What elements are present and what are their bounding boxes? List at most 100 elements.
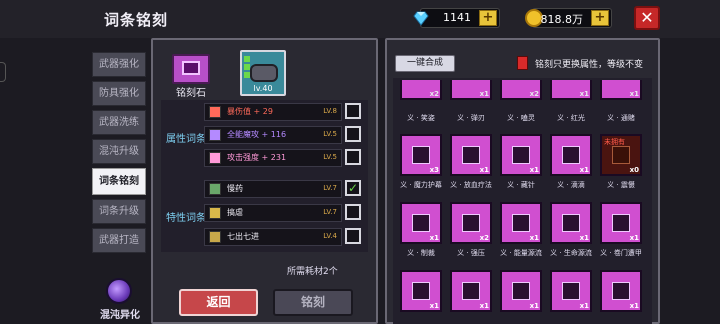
material-cell[interactable]: x2 xyxy=(400,80,442,100)
left-edge-handle[interactable] xyxy=(0,62,6,82)
affix-gem-icon xyxy=(512,282,530,300)
material-cell[interactable]: x1 xyxy=(450,270,492,312)
weapon-slot[interactable]: lv.40 xyxy=(240,50,286,96)
attr-row[interactable]: 攻击强度 + 231 LV.5 xyxy=(204,149,342,167)
engrave-stone-icon xyxy=(182,61,200,75)
material-cell[interactable]: x1 xyxy=(550,80,592,100)
attr-checkbox[interactable] xyxy=(345,149,361,165)
tab-weapon-enhance[interactable]: 武器强化 xyxy=(92,52,146,77)
gem-count: 1141 xyxy=(443,11,471,24)
diamond-icon xyxy=(413,11,429,26)
material-label: 义 · 放血疗法 xyxy=(450,181,492,189)
trait-checkbox[interactable]: ✓ xyxy=(345,180,361,196)
material-qty: x1 xyxy=(579,234,589,242)
attack-power-icon xyxy=(209,152,221,164)
material-cell[interactable]: x1 xyxy=(600,80,642,100)
trait-checkbox[interactable] xyxy=(345,204,361,220)
gold-count: 818.8万 xyxy=(540,13,584,26)
engrave-stone-slot[interactable] xyxy=(172,54,210,84)
material-cell[interactable]: x1 xyxy=(500,270,542,312)
add-gems-button[interactable]: + xyxy=(479,10,497,26)
trait-level: LV.7 xyxy=(323,208,337,216)
engrave-button[interactable]: 铭刻 xyxy=(273,289,353,316)
attr-section-label: 属性词条 xyxy=(166,134,206,145)
material-cell[interactable]: x1 xyxy=(550,134,592,176)
trait-level: LV.7 xyxy=(323,184,337,192)
material-qty: x2 xyxy=(479,234,489,242)
one-click-synth-button[interactable]: 一键合成 xyxy=(395,55,455,72)
trait-row[interactable]: 七出七进 LV.4 xyxy=(204,228,342,246)
material-cell[interactable]: x1 xyxy=(550,202,592,244)
material-qty: x1 xyxy=(629,234,639,242)
material-qty: x1 xyxy=(429,302,439,310)
material-label: 义 · 震慑 xyxy=(607,181,635,189)
affix-gem-icon xyxy=(612,282,630,300)
trait-row[interactable]: 慢药 LV.7 xyxy=(204,180,342,198)
material-qty: x2 xyxy=(429,90,439,98)
trait-checkbox[interactable] xyxy=(345,228,361,244)
material-label: 义 · 藏针 xyxy=(507,181,535,189)
material-cell[interactable]: x1 xyxy=(400,270,442,312)
material-cell[interactable]: x1 xyxy=(450,80,492,100)
material-qty: x3 xyxy=(429,166,439,174)
tab-chaos-upgrade[interactable]: 混沌升级 xyxy=(92,139,146,164)
attr-level: LV.5 xyxy=(323,130,337,138)
material-qty: x1 xyxy=(629,302,639,310)
page-title: 词条铭刻 xyxy=(104,11,169,29)
material-cell[interactable]: x1 xyxy=(600,202,642,244)
attr-row[interactable]: 全能魔攻 + 116 LV.5 xyxy=(204,126,342,144)
material-qty: x1 xyxy=(629,90,639,98)
tab-affix-engrave[interactable]: 词条铭刻 xyxy=(92,168,146,195)
attr-checkbox[interactable] xyxy=(345,103,361,119)
material-qty: x1 xyxy=(529,302,539,310)
material-label: 义 · 生命源流 xyxy=(550,249,592,257)
attr-level: LV.5 xyxy=(323,153,337,161)
material-cell[interactable]: x1 xyxy=(600,270,642,312)
material-cell[interactable]: x3 xyxy=(400,134,442,176)
material-qty: x1 xyxy=(479,302,489,310)
material-cell[interactable]: x1 xyxy=(500,134,542,176)
material-qty: x1 xyxy=(429,234,439,242)
affix-gem-icon xyxy=(562,214,580,232)
material-cell[interactable]: x2 xyxy=(450,202,492,244)
trait-name: 搞虐 xyxy=(227,208,243,217)
back-button[interactable]: 返回 xyxy=(179,289,258,316)
material-label: 义 · 制裁 xyxy=(407,249,435,257)
material-qty: x1 xyxy=(479,166,489,174)
material-cell[interactable]: x1 xyxy=(500,202,542,244)
attr-level: LV.8 xyxy=(323,107,337,115)
material-label: 义 · 卷门遭甲 xyxy=(600,249,642,257)
material-cell[interactable]: x1 xyxy=(400,202,442,244)
weapon-level: lv.40 xyxy=(253,84,273,93)
chaos-mutation-button[interactable]: 混沌异化 xyxy=(96,278,144,324)
material-label: 义 · 能量源流 xyxy=(500,249,542,257)
trait-level: LV.4 xyxy=(323,232,337,240)
affix-gem-icon xyxy=(412,214,430,232)
material-cell[interactable]: x2 xyxy=(500,80,542,100)
attr-name: 暴伤值 + 29 xyxy=(227,107,273,116)
affix-gem-icon xyxy=(612,214,630,232)
trait-row[interactable]: 搞虐 LV.7 xyxy=(204,204,342,222)
tab-weapon-forge[interactable]: 武器打造 xyxy=(92,228,146,253)
material-cell[interactable]: x1 xyxy=(550,270,592,312)
material-label: 义 · 笑姿 xyxy=(407,114,435,122)
trait-icon xyxy=(209,231,221,243)
tab-weapon-reforge[interactable]: 武器洗练 xyxy=(92,110,146,135)
add-gold-button[interactable]: + xyxy=(591,10,609,26)
affix-gem-icon xyxy=(562,282,580,300)
affix-gem-icon xyxy=(462,214,480,232)
close-button[interactable]: ✕ xyxy=(634,6,660,30)
material-qty: x0 xyxy=(629,166,639,174)
material-cell[interactable]: x1 xyxy=(450,134,492,176)
attr-row[interactable]: 暴伤值 + 29 LV.8 xyxy=(204,103,342,121)
tab-affix-upgrade[interactable]: 词条升级 xyxy=(92,199,146,224)
material-label: 义 · 通赌 xyxy=(607,114,635,122)
magic-attack-icon xyxy=(209,129,221,141)
affix-gem-icon xyxy=(512,146,530,164)
affix-gem-icon xyxy=(612,146,630,164)
chaos-orb-icon xyxy=(106,278,132,304)
tab-armor-enhance[interactable]: 防具强化 xyxy=(92,81,146,106)
material-cell[interactable]: 未拥有 x0 xyxy=(600,134,642,176)
attr-checkbox[interactable] xyxy=(345,126,361,142)
material-qty: x2 xyxy=(529,90,539,98)
